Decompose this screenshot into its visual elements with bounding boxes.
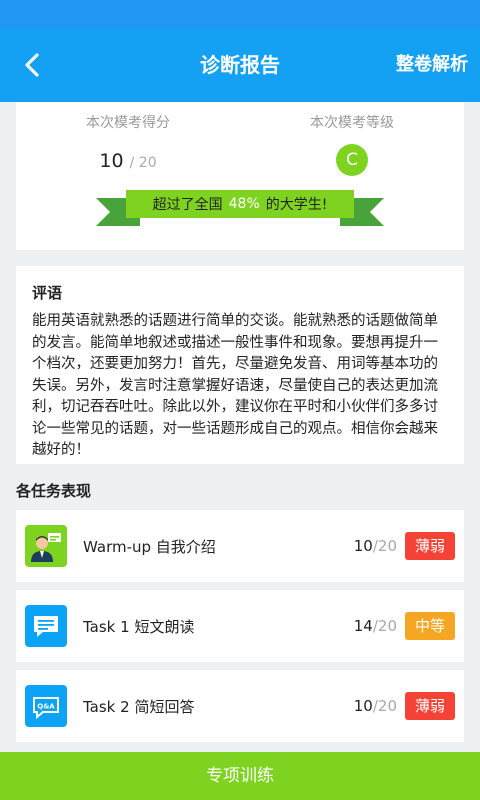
tasks-section-title: 各任务表现 [16,482,92,500]
task-score-total: /20 [372,617,397,635]
task-score-value: 10 [353,537,373,555]
full-analysis-button[interactable]: 整卷解析 [396,28,468,102]
svg-text:Q&A: Q&A [37,703,55,711]
grade-badge: C [336,144,368,176]
task-level-badge: 中等 [405,612,455,640]
ribbon-banner: 超过了全国 48% 的大学生! [126,190,354,218]
task-score-total: /20 [372,697,397,715]
score-section: 本次模考得分 10 / 20 [16,112,240,176]
chat-bubble-icon [34,616,58,637]
task-score: 14/20 [354,617,397,635]
special-training-button[interactable]: 专项训练 [0,752,480,800]
task-row-task1[interactable]: Task 1 短文朗读 14/20 中等 [16,590,464,662]
chevron-left-icon [25,53,39,77]
task-row-task2[interactable]: Q&A Task 2 简短回答 10/20 薄弱 [16,670,464,742]
rank-ribbon: 超过了全国 48% 的大学生! [96,188,384,232]
task-level-badge: 薄弱 [405,532,455,560]
comment-title: 评语 [32,284,63,302]
qa-bubble-icon: Q&A [33,697,59,720]
back-button[interactable] [14,46,50,84]
task-score-value: 14 [353,617,373,635]
task-score-total: /20 [372,537,397,555]
grade-section: 本次模考等级 C [240,112,464,176]
task-score-value: 10 [353,697,373,715]
grade-label: 本次模考等级 [310,115,394,131]
task-icon-container: Q&A [25,685,67,727]
task-icon-container [25,605,67,647]
score-number: 10 [99,150,124,172]
status-bar [0,0,480,28]
ribbon-percent: 48% [228,196,260,212]
task-name: Warm-up 自我介绍 [83,537,216,556]
task-icon-container [25,525,67,567]
task-score: 10/20 [354,537,397,555]
ribbon-suffix: 的大学生! [265,197,328,213]
task-name: Task 2 简短回答 [83,697,195,716]
score-value: 10 / 20 [16,146,240,176]
score-card: 本次模考得分 10 / 20 本次模考等级 C 超过了全国 48% 的大学生! [16,102,464,250]
presenter-icon [31,533,61,562]
task-row-warmup[interactable]: Warm-up 自我介绍 10/20 薄弱 [16,510,464,582]
comment-card: 评语 能用英语就熟悉的话题进行简单的交谈。能就熟悉的话题做简单的发言。能简单地叙… [16,266,464,464]
ribbon-prefix: 超过了全国 [152,197,223,213]
task-level-badge: 薄弱 [405,692,455,720]
score-total: / 20 [129,155,157,171]
nav-bar: 诊断报告 整卷解析 [0,28,480,102]
score-label: 本次模考得分 [86,115,170,131]
comment-text: 能用英语就熟悉的话题进行简单的交谈。能就熟悉的话题做简单的发言。能简单地叙述或描… [32,313,438,458]
task-name: Task 1 短文朗读 [83,617,195,636]
task-score: 10/20 [354,697,397,715]
